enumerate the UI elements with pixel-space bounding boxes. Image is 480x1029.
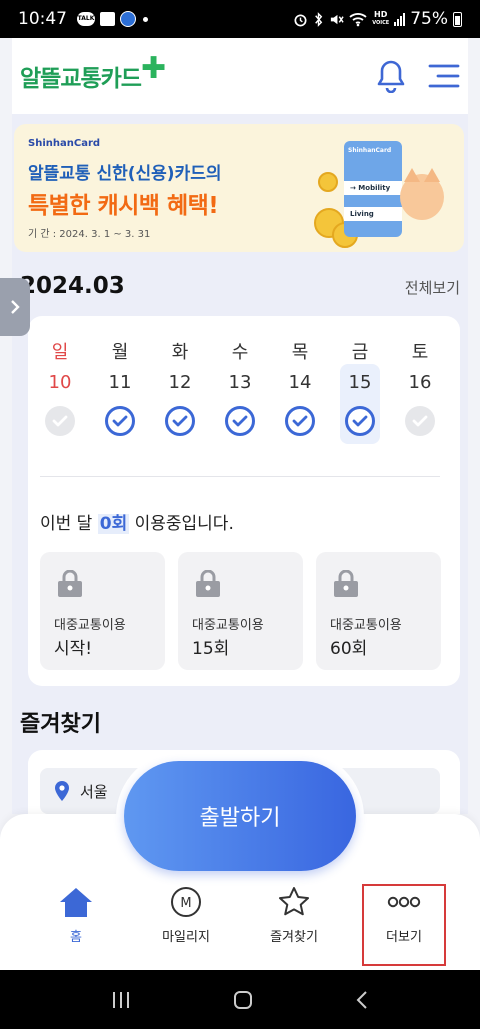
lock-icon bbox=[196, 570, 220, 597]
reward-tile[interactable]: 대중교통이용 60회 bbox=[316, 552, 441, 670]
checked-day-icon bbox=[165, 406, 195, 436]
reward-label: 대중교통이용 bbox=[192, 618, 264, 633]
calendar-card: 일 10 월 11 화 12 수 13 목 14 금 15 토 16 이번 달 0회 이용중입니다. 대중… bbox=[28, 316, 460, 686]
promo-banner[interactable]: ShinhanCard 알뜰교통 신한(신용)카드의 특별한 캐시백 혜택! 기… bbox=[14, 124, 464, 252]
nav-favorites-label: 즐겨찾기 bbox=[270, 930, 318, 945]
divider bbox=[40, 476, 440, 477]
lock-icon bbox=[334, 570, 358, 597]
credit-card-image: ShinhanCard → Mobility Living bbox=[344, 141, 402, 237]
mileage-icon: M bbox=[171, 887, 201, 917]
weekday-label: 월 bbox=[111, 342, 129, 363]
weekday-label: 금 bbox=[351, 342, 369, 363]
status-time: 10:47 bbox=[18, 9, 67, 29]
recent-apps-icon[interactable] bbox=[110, 990, 132, 1010]
unchecked-day-icon bbox=[45, 406, 75, 436]
lock-icon bbox=[58, 570, 82, 597]
reward-value: 15회 bbox=[192, 639, 230, 659]
banner-brand: ShinhanCard bbox=[28, 138, 101, 149]
battery-icon bbox=[453, 11, 462, 27]
day-number[interactable]: 13 bbox=[220, 372, 260, 393]
reward-value: 60회 bbox=[330, 639, 368, 659]
star-icon bbox=[279, 887, 309, 916]
bluetooth-icon bbox=[315, 11, 323, 27]
main-content[interactable]: ShinhanCard 알뜰교통 신한(신용)카드의 특별한 캐시백 혜택! 기… bbox=[12, 114, 468, 814]
more-notifications-icon bbox=[143, 16, 148, 22]
system-navigation-bar bbox=[0, 970, 480, 1029]
home-icon bbox=[60, 888, 92, 917]
day-number[interactable]: 16 bbox=[400, 372, 440, 393]
day-number[interactable]: 14 bbox=[280, 372, 320, 393]
header-actions bbox=[376, 59, 460, 93]
banner-subheadline: 특별한 캐시백 혜택! bbox=[28, 193, 219, 219]
svg-text:M: M bbox=[180, 896, 191, 911]
nav-favorites[interactable]: 즐겨찾기 bbox=[244, 884, 344, 945]
weekday-label: 일 bbox=[51, 342, 69, 363]
side-drawer-toggle[interactable] bbox=[0, 278, 30, 336]
nav-home-label: 홈 bbox=[70, 930, 82, 945]
calendar-month: 2024.03 bbox=[20, 273, 125, 299]
app-logo[interactable]: 알뜰교통카드 ✚ bbox=[20, 51, 166, 94]
weekday-label: 토 bbox=[411, 342, 429, 363]
menu-icon[interactable] bbox=[428, 63, 460, 89]
day-number[interactable]: 11 bbox=[100, 372, 140, 393]
cat-mascot-image bbox=[400, 168, 444, 220]
gallery-icon bbox=[100, 12, 115, 26]
screen: 10:47 TALK HD VOICE 75% 알뜰교통카드 ✚ Shinhan… bbox=[0, 0, 480, 1029]
monthly-usage-text: 이번 달 0회 이용중입니다. bbox=[40, 514, 234, 534]
checked-day-icon bbox=[105, 406, 135, 436]
back-icon[interactable] bbox=[354, 989, 370, 1011]
status-system-icons: HD VOICE 75% bbox=[293, 9, 462, 29]
day-number[interactable]: 10 bbox=[40, 372, 80, 393]
day-number[interactable]: 12 bbox=[160, 372, 200, 393]
wifi-icon bbox=[349, 12, 367, 26]
banner-headline: 알뜰교통 신한(신용)카드의 bbox=[28, 164, 222, 184]
nav-mileage[interactable]: M 마일리지 bbox=[136, 884, 236, 945]
usage-count: 0회 bbox=[97, 514, 130, 534]
chevron-right-icon bbox=[11, 300, 20, 314]
reward-tile[interactable]: 대중교통이용 15회 bbox=[178, 552, 303, 670]
favorites-title: 즐겨찾기 bbox=[20, 712, 101, 737]
app-notification-icon bbox=[120, 11, 136, 27]
mute-icon bbox=[331, 14, 344, 24]
checked-day-icon bbox=[285, 406, 315, 436]
checked-day-icon bbox=[225, 406, 255, 436]
hd-voice-icon: HD VOICE bbox=[372, 10, 390, 27]
depart-button[interactable]: 출발하기 bbox=[124, 761, 356, 871]
reward-tile[interactable]: 대중교통이용시작! bbox=[40, 552, 165, 670]
battery-percent: 75% bbox=[410, 9, 448, 29]
view-all-link[interactable]: 전체보기 bbox=[405, 277, 460, 298]
checked-day-icon bbox=[345, 406, 375, 436]
coin-icon bbox=[318, 172, 338, 192]
banner-period: 기 간 : 2024. 3. 1 ~ 3. 31 bbox=[28, 229, 151, 240]
nav-mileage-label: 마일리지 bbox=[162, 930, 210, 945]
status-bar: 10:47 TALK HD VOICE 75% bbox=[0, 0, 480, 38]
weekday-label: 목 bbox=[291, 342, 309, 363]
signal-icon bbox=[394, 12, 406, 26]
nav-more-highlight-box bbox=[362, 884, 446, 966]
favorite-item-label: 서울 bbox=[80, 782, 108, 801]
alarm-icon bbox=[294, 13, 307, 26]
day-number[interactable]: 15 bbox=[340, 372, 380, 393]
home-button-icon[interactable] bbox=[232, 989, 254, 1011]
reward-label: 대중교통이용 bbox=[54, 618, 126, 633]
logo-plus-icon: ✚ bbox=[140, 50, 167, 86]
talk-icon: TALK bbox=[77, 12, 95, 26]
weekday-label: 수 bbox=[231, 342, 249, 363]
nav-home[interactable]: 홈 bbox=[26, 884, 126, 945]
unchecked-day-icon bbox=[405, 406, 435, 436]
status-notification-icons: TALK bbox=[77, 11, 148, 27]
reward-label: 대중교통이용 bbox=[330, 618, 402, 633]
reward-value: 시작! bbox=[54, 639, 93, 659]
bell-icon[interactable] bbox=[376, 59, 406, 93]
logo-text: 알뜰교통카드 bbox=[20, 66, 142, 92]
weekday-label: 화 bbox=[171, 342, 189, 363]
location-pin-icon bbox=[55, 781, 69, 801]
app-header: 알뜰교통카드 ✚ bbox=[12, 38, 468, 114]
